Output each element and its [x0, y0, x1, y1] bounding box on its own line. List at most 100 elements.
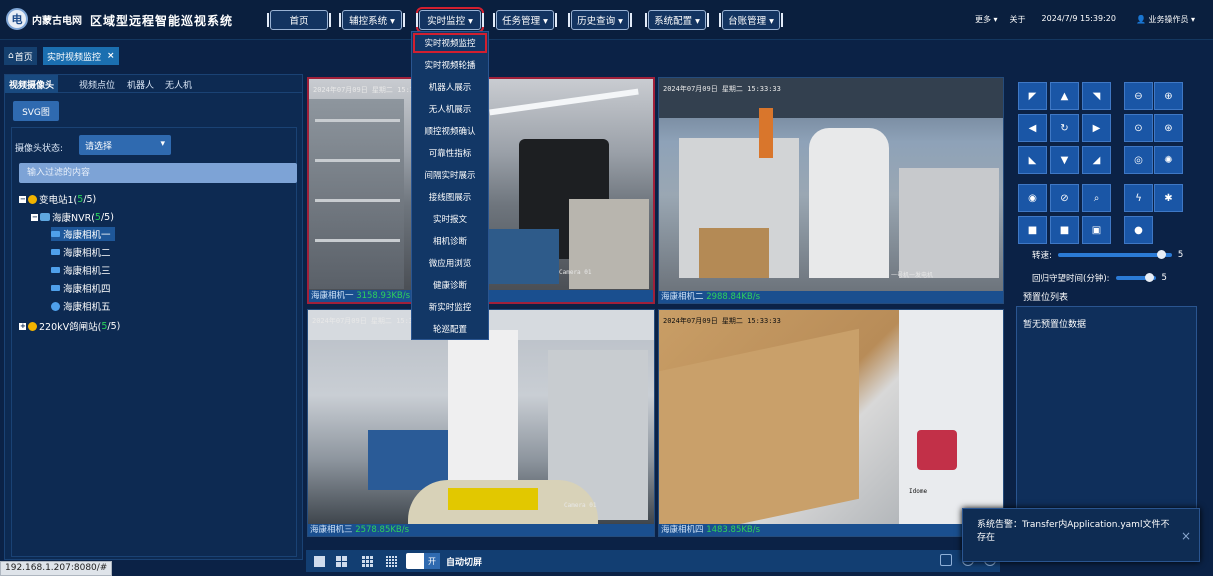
tab-realtime-video[interactable]: 实时视频监控 × [43, 47, 119, 65]
light-button[interactable]: ϟ [1124, 184, 1153, 212]
menu-item-wiring-diagram[interactable]: 接线图展示 [412, 186, 488, 208]
zoom-out-button[interactable]: ⊖ [1124, 82, 1153, 110]
tree-camera-2[interactable]: 海康相机二 [51, 245, 111, 259]
nav-ledger-management[interactable]: 台账管理 ▾ [719, 10, 783, 30]
logo-text: 内蒙古电网 [32, 15, 82, 27]
user-menu[interactable]: 👤 业务操作员 ▾ [1136, 14, 1195, 25]
menu-item-robot-display[interactable]: 机器人展示 [412, 76, 488, 98]
ptz-up-right-button[interactable]: ◥ [1082, 82, 1111, 110]
wiper-button[interactable]: ✱ [1154, 184, 1183, 212]
more-menu[interactable]: 更多 ▾ [975, 14, 998, 25]
video-osd-bottom: Camera 01 [559, 269, 592, 276]
arrow-down-left-icon: ◣ [1028, 154, 1037, 166]
tab-video-points[interactable]: 视频点位 [79, 78, 115, 91]
menu-item-health-diagnosis[interactable]: 健康诊断 [412, 274, 488, 296]
hide-view-button[interactable]: ⊘ [1050, 184, 1079, 212]
menu-item-bay-realtime[interactable]: 间隔实时展示 [412, 164, 488, 186]
slider-thumb[interactable] [1144, 273, 1154, 282]
total-count: /5) [83, 193, 97, 205]
nav-aux-control[interactable]: 辅控系统 ▾ [339, 10, 405, 30]
nav-home[interactable]: 首页 [267, 10, 331, 30]
menu-item-new-realtime-monitor[interactable]: 新实时监控 [412, 296, 488, 318]
layout-4-icon[interactable] [336, 556, 347, 567]
tree-nvr[interactable]: − 海康NVR(5/5) [31, 210, 114, 224]
close-icon[interactable]: × [1181, 529, 1191, 543]
slider-thumb[interactable] [1156, 250, 1166, 259]
camera-status-select[interactable]: 请选择 ▾ [79, 135, 171, 155]
station-name: 220kV鸽闸站( [39, 322, 102, 333]
camera-name: 海康相机一 [63, 230, 111, 241]
collapse-icon[interactable]: − [31, 213, 38, 221]
ptz-reset-button[interactable]: ↻ [1050, 114, 1079, 142]
focus-near-button[interactable]: ⊙ [1124, 114, 1153, 142]
menu-item-reliability-index[interactable]: 可靠性指标 [412, 142, 488, 164]
record-button[interactable]: ■ [1018, 216, 1047, 244]
return-time-slider[interactable] [1115, 273, 1156, 282]
ptz-up-button[interactable]: ▲ [1050, 82, 1079, 110]
snapshot-button[interactable]: ▣ [1082, 216, 1111, 244]
auto-switch-label: 自动切屏 [446, 558, 483, 568]
video-caption: 海康相机二 2988.84KB/s [659, 291, 1003, 303]
zoom-in-button[interactable]: ⊕ [1154, 82, 1183, 110]
expand-icon[interactable]: + [19, 322, 26, 330]
preset-list-title: 预置位列表 [1023, 293, 1069, 303]
speed-slider[interactable] [1057, 250, 1172, 259]
speed-label: 转速: [1032, 251, 1052, 261]
tree-camera-1[interactable]: 海康相机一 [51, 227, 115, 241]
video-cell-4[interactable]: 2024年07月09日 星期二 15:33:33 Idome 海康相机四 148… [658, 309, 1004, 537]
tree-camera-4[interactable]: 海康相机四 [51, 281, 111, 295]
nav-history-query[interactable]: 历史查询 ▾ [568, 10, 632, 30]
video-osd: 2024年07月09日 星期二 15:33:33 [663, 317, 781, 325]
view-button[interactable]: ◉ [1018, 184, 1047, 212]
arrow-down-icon: ▼ [1060, 154, 1069, 166]
ptz-down-right-button[interactable]: ◢ [1082, 146, 1111, 174]
menu-item-realtime-video[interactable]: 实时视频监控 [412, 32, 488, 54]
tree-station-2[interactable]: + 220kV鸽闸站(5/5) [19, 319, 120, 333]
ptz-down-left-button[interactable]: ◣ [1018, 146, 1047, 174]
talk-button[interactable]: ● [1124, 216, 1153, 244]
menu-item-drone-display[interactable]: 无人机展示 [412, 98, 488, 120]
focus-far-button[interactable]: ⊛ [1154, 114, 1183, 142]
ptz-down-button[interactable]: ▼ [1050, 146, 1079, 174]
video-osd-bottom: 一号机一发电机 [891, 272, 934, 279]
menu-item-micro-app[interactable]: 微应用浏览 [412, 252, 488, 274]
tab-robots[interactable]: 机器人 [127, 78, 154, 91]
auto-switch-toggle[interactable]: 开 [406, 553, 440, 569]
layout-9-icon[interactable] [362, 556, 373, 567]
about-link[interactable]: 关于 [1010, 14, 1026, 25]
tree-station-1[interactable]: − 变电站1(5/5) [19, 192, 96, 206]
tab-video-cameras[interactable]: 视频摄像头 [5, 75, 59, 93]
tree-camera-3[interactable]: 海康相机三 [51, 263, 111, 277]
filter-input[interactable] [19, 163, 297, 183]
menu-item-sequence-video-confirm[interactable]: 顺控视频确认 [412, 120, 488, 142]
ptz-left-button[interactable]: ◀ [1018, 114, 1047, 142]
layout-16-icon[interactable] [386, 556, 397, 567]
menu-item-camera-diagnosis[interactable]: 相机诊断 [412, 230, 488, 252]
menu-item-patrol-config[interactable]: 轮巡配置 [412, 318, 488, 340]
video-osd-bottom: Idome [909, 488, 928, 495]
svg-diagram-button[interactable]: SVG图 [13, 101, 59, 121]
detect-button[interactable]: ⌕ [1082, 184, 1111, 212]
menu-item-video-carousel[interactable]: 实时视频轮播 [412, 54, 488, 76]
record-stop-button[interactable]: ■ [1050, 216, 1079, 244]
camera-name: 海康相机二 [63, 248, 111, 259]
nav-task-management[interactable]: 任务管理 ▾ [493, 10, 557, 30]
menu-item-realtime-message[interactable]: 实时报文 [412, 208, 488, 230]
tab-home[interactable]: ⌂ 首页 [4, 47, 37, 65]
nav-system-config[interactable]: 系统配置 ▾ [645, 10, 709, 30]
camera-name: 海康相机一 [311, 291, 357, 301]
collapse-icon[interactable]: − [19, 195, 26, 203]
nav-realtime-monitor[interactable]: 实时监控 ▾ [416, 7, 484, 33]
video-cell-2[interactable]: 2024年07月09日 星期二 15:33:33 一号机一发电机 海康相机二 2… [658, 77, 1004, 304]
copy-icon[interactable] [940, 554, 952, 566]
tab-drones[interactable]: 无人机 [165, 78, 192, 91]
close-icon[interactable]: × [107, 51, 115, 61]
iris-open-button[interactable]: ✺ [1154, 146, 1183, 174]
ptz-up-left-button[interactable]: ◤ [1018, 82, 1047, 110]
tree-camera-5[interactable]: 海康相机五 [51, 299, 111, 313]
datetime: 2024/7/9 15:39:20 [1041, 14, 1116, 23]
video-cell-3[interactable]: 2024年07月09日 星期二 15:33:33 Camera 01 海康相机三… [307, 309, 655, 537]
ptz-right-button[interactable]: ▶ [1082, 114, 1111, 142]
iris-close-button[interactable]: ◎ [1124, 146, 1153, 174]
layout-1-icon[interactable] [314, 556, 325, 567]
